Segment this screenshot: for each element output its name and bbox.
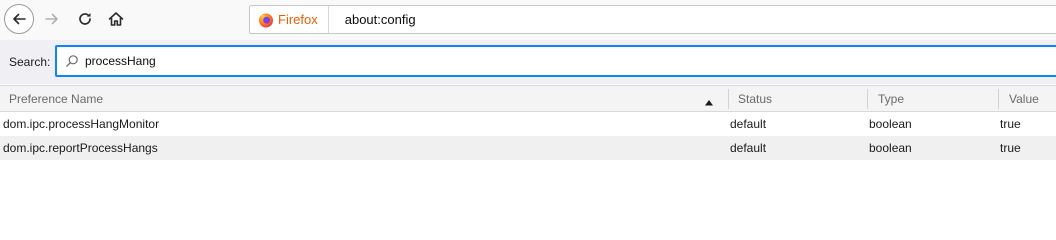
browser-toolbar: Firefox about:config	[0, 0, 1056, 40]
arrow-right-icon	[45, 13, 58, 25]
search-value[interactable]: processHang	[85, 54, 156, 68]
reload-icon	[79, 13, 91, 25]
back-button[interactable]	[4, 4, 34, 34]
column-header-type[interactable]: Type	[878, 92, 904, 106]
identity-box[interactable]: Firefox	[250, 6, 329, 33]
url-text[interactable]: about:config	[345, 12, 416, 27]
forward-button[interactable]	[37, 4, 67, 34]
column-header-value[interactable]: Value	[1009, 92, 1039, 106]
table-header: Preference Name Status Type Value	[0, 85, 1056, 112]
identity-label: Firefox	[278, 12, 318, 27]
about-config-page: Firefox about:config Search: processHang…	[0, 0, 1056, 228]
home-icon	[108, 12, 124, 26]
home-button[interactable]	[101, 4, 131, 34]
reload-button[interactable]	[70, 4, 100, 34]
pref-value: true	[1000, 141, 1021, 155]
search-icon	[65, 54, 79, 68]
column-header-status[interactable]: Status	[738, 92, 772, 106]
sort-ascending-icon	[704, 95, 714, 109]
column-header-name[interactable]: Preference Name	[9, 92, 103, 106]
search-label: Search:	[9, 55, 51, 69]
pref-name: dom.ipc.reportProcessHangs	[3, 141, 158, 155]
table-row[interactable]: dom.ipc.reportProcessHangs default boole…	[0, 136, 1056, 160]
column-separator[interactable]	[998, 89, 999, 109]
pref-status: default	[730, 141, 767, 155]
pref-value: true	[1000, 117, 1021, 131]
firefox-logo-icon	[259, 13, 273, 27]
search-input[interactable]: processHang	[55, 45, 1056, 77]
pref-type: boolean	[869, 117, 912, 131]
column-separator[interactable]	[728, 89, 729, 109]
column-separator[interactable]	[867, 89, 868, 109]
arrow-left-icon	[13, 13, 26, 25]
search-row: Search: processHang	[0, 40, 1056, 84]
pref-name: dom.ipc.processHangMonitor	[3, 117, 160, 131]
preferences-table: Preference Name Status Type Value dom.ip…	[0, 85, 1056, 160]
pref-type: boolean	[869, 141, 912, 155]
url-bar[interactable]: Firefox about:config	[249, 5, 1056, 34]
pref-status: default	[730, 117, 767, 131]
table-row[interactable]: dom.ipc.processHangMonitor default boole…	[0, 112, 1056, 136]
